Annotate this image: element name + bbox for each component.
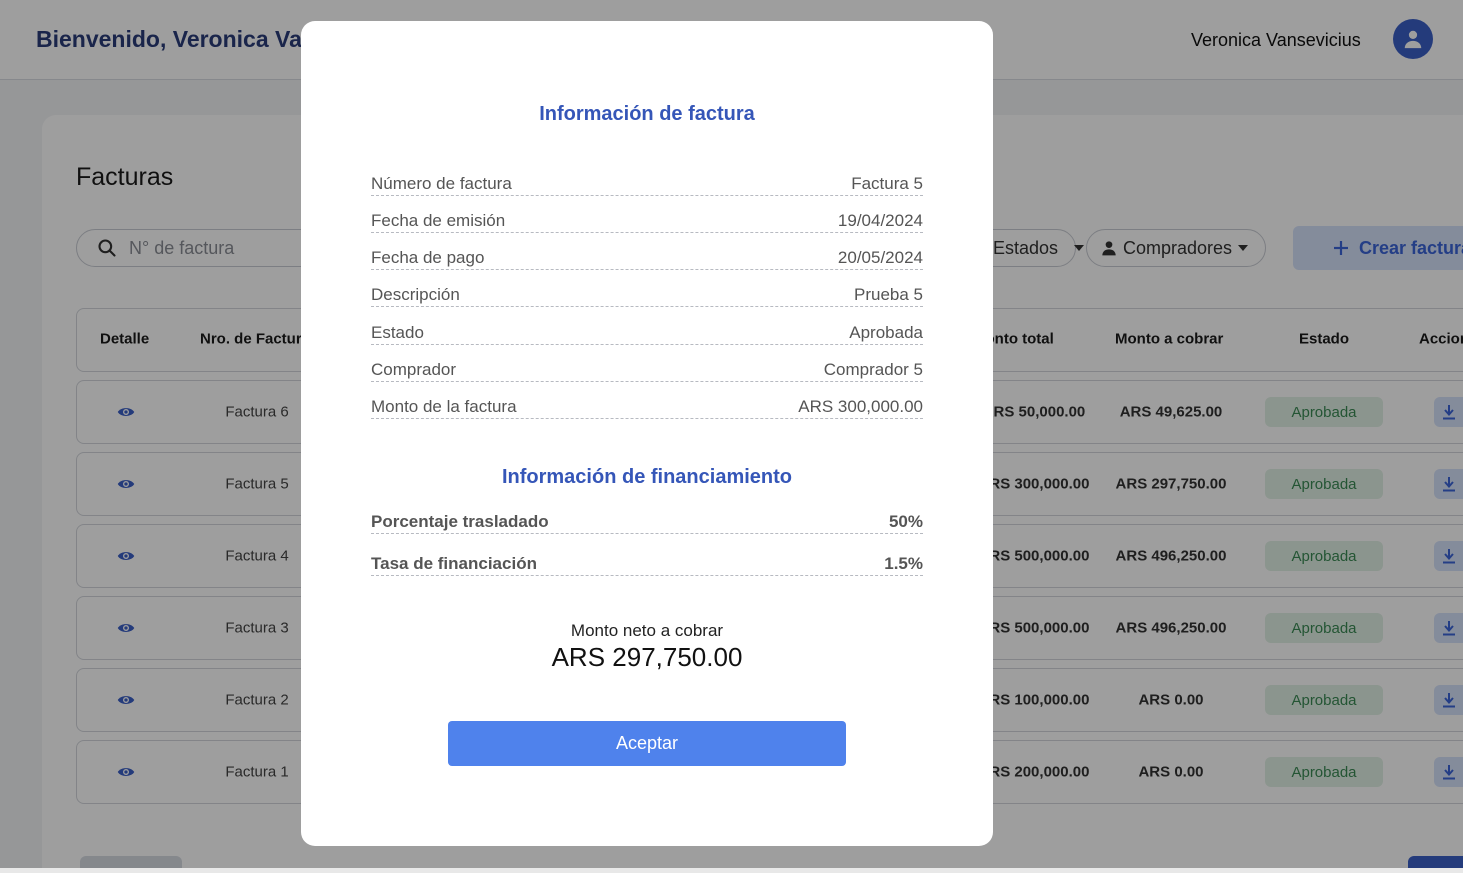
row-label: Estado — [371, 323, 424, 342]
row-value: Comprador 5 — [823, 360, 923, 379]
status-row: Estado Aprobada — [371, 315, 923, 345]
transferred-percentage-row: Porcentaje trasladado 50% — [371, 504, 923, 534]
financing-info-title: Información de financiamiento — [501, 466, 793, 488]
invoice-number-row: Número de factura Factura 5 — [371, 166, 923, 196]
row-label: Tasa de financiación — [371, 554, 537, 573]
payment-date-row: Fecha de pago 20/05/2024 — [371, 240, 923, 270]
buyer-row: Comprador Comprador 5 — [371, 352, 923, 382]
row-label: Porcentaje trasladado — [371, 512, 549, 531]
invoice-amount-row: Monto de la factura ARS 300,000.00 — [371, 389, 923, 419]
accept-button[interactable]: Aceptar — [448, 721, 846, 766]
row-value: 1.5% — [884, 554, 923, 573]
row-value: 50% — [888, 512, 923, 531]
bottom-strip — [0, 868, 1463, 873]
net-amount-value: ARS 297,750.00 — [551, 642, 743, 672]
row-label: Comprador — [371, 360, 457, 379]
row-value: Aprobada — [849, 323, 923, 342]
invoice-detail-modal: Información de factura Número de factura… — [301, 21, 993, 846]
row-value: ARS 300,000.00 — [798, 397, 923, 416]
row-label: Fecha de pago — [371, 248, 485, 267]
invoice-info-title: Información de factura — [539, 103, 755, 125]
row-value: Factura 5 — [851, 174, 923, 193]
description-row: Descripción Prueba 5 — [371, 277, 923, 307]
net-amount-label: Monto neto a cobrar — [570, 621, 724, 640]
row-value: 20/05/2024 — [837, 248, 923, 267]
issue-date-row: Fecha de emisión 19/04/2024 — [371, 203, 923, 233]
row-label: Monto de la factura — [371, 397, 517, 416]
row-label: Fecha de emisión — [371, 211, 506, 230]
financing-rate-row: Tasa de financiación 1.5% — [371, 546, 923, 576]
row-label: Número de factura — [371, 174, 512, 193]
row-value: 19/04/2024 — [837, 211, 923, 230]
row-value: Prueba 5 — [854, 285, 923, 304]
row-label: Descripción — [371, 285, 460, 304]
